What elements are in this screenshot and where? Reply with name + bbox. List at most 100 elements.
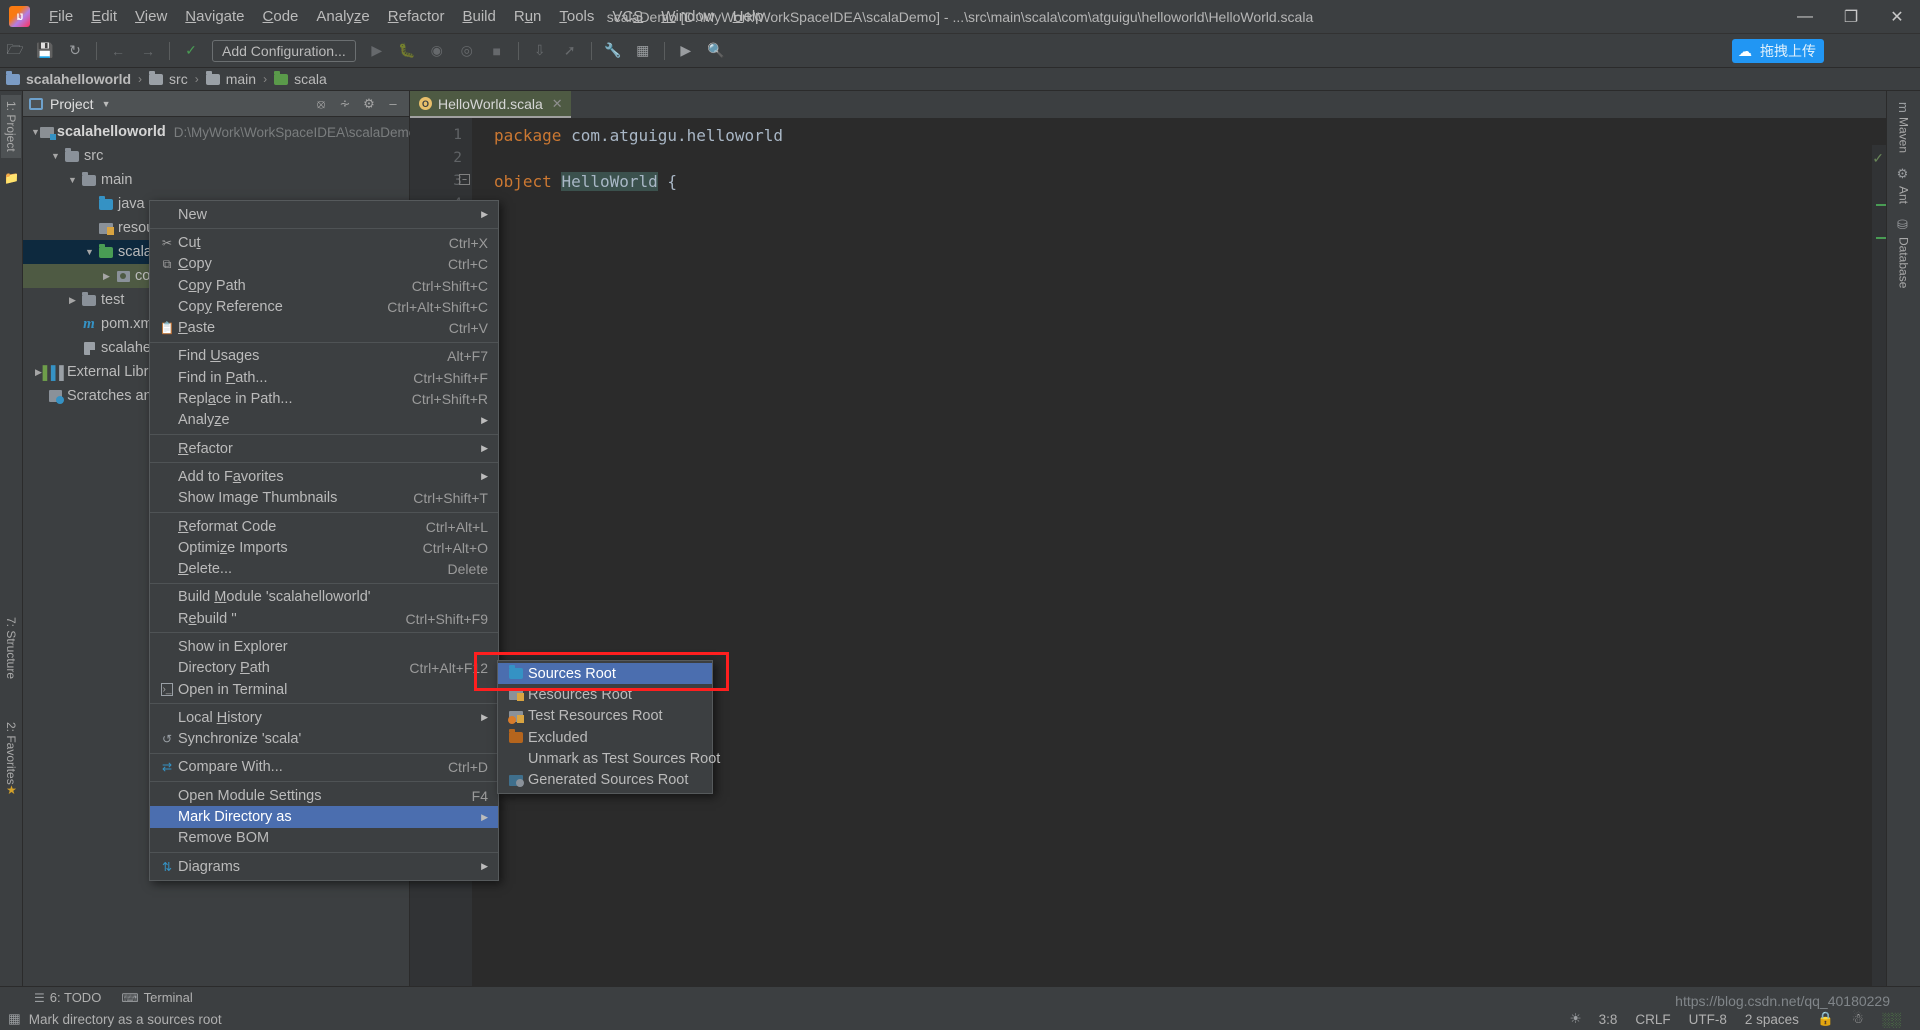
menu-item-show-image-thumbnails[interactable]: Show Image Thumbnails Ctrl+Shift+T [150,488,498,509]
collapse-all-icon[interactable]: ∻ [333,93,357,115]
build-hammer-icon[interactable]: ✓ [177,38,205,64]
tree-node-src[interactable]: ▼ src [23,144,409,168]
indent-setting[interactable]: 2 spaces [1736,1012,1808,1027]
upload-button[interactable]: ☁ 拖拽上传 [1732,39,1824,63]
sidebar-item-maven[interactable]: m Maven [1892,95,1915,160]
line-separator[interactable]: CRLF [1626,1012,1679,1027]
menu-item-analyze[interactable]: Analyze ▶ [150,410,498,431]
tree-node-scalahelloworld[interactable]: ▼ scalahelloworld D:\MyWork\WorkSpaceIDEA\… [23,120,420,144]
menu-item-cut[interactable]: ✂ Cut Ctrl+X [150,232,498,253]
sidebar-item-structure[interactable]: 7: Structure [1,611,21,685]
sidebar-item-project[interactable]: 1: Project [1,95,21,158]
gauge-icon[interactable]: ☀ [1569,1011,1581,1027]
menu-item-new[interactable]: New ▶ [150,204,498,225]
open-project-icon[interactable]: 🗁 [1,38,29,64]
tab-helloworld-scala[interactable]: O HelloWorld.scala ✕ [410,91,571,118]
submenu-item-resources-root[interactable]: Resources Root [498,684,712,705]
menu-item-mark-directory-as[interactable]: Mark Directory as ▶ [150,806,498,828]
run-icon[interactable]: ▶ [363,38,391,64]
breadcrumb-item-src[interactable]: src [149,70,188,87]
submenu-item-unmark-as-test-sources-root[interactable]: Unmark as Test Sources Root [498,748,720,769]
inspection-icon[interactable]: ☃ [1843,1011,1873,1027]
menu-item-compare-with[interactable]: ⇄ Compare With... Ctrl+D [150,757,498,778]
settings-wrench-icon[interactable]: 🔧 [599,38,627,64]
menu-item-find-usages[interactable]: Find Usages Alt+F7 [150,346,498,367]
menu-item-replace-in-path[interactable]: Replace in Path... Ctrl+Shift+R [150,388,498,409]
scroll-from-source-icon[interactable]: ⦻ [309,93,333,115]
submenu-item-test-resources-root[interactable]: Test Resources Root [498,706,712,727]
file-encoding[interactable]: UTF-8 [1680,1012,1736,1027]
menu-item-optimize-imports[interactable]: Optimize Imports Ctrl+Alt+O [150,537,498,558]
close-icon[interactable]: ✕ [552,96,563,112]
menu-item-synchronize-scala[interactable]: ↺ Synchronize 'scala' [150,729,498,750]
tree-expand-icon[interactable]: ▶ [65,295,80,306]
debug-icon[interactable]: 🐛 [393,38,421,64]
menu-item-show-in-explorer[interactable]: Show in Explorer [150,636,498,657]
maximize-button[interactable]: ❐ [1828,0,1874,34]
menu-item-diagrams[interactable]: ⇅ Diagrams ▶ [150,856,498,877]
close-button[interactable]: ✕ [1874,0,1920,34]
run-with-coverage-icon[interactable]: ◉ [423,38,451,64]
breadcrumb-item-scalahelloworld[interactable]: scalahelloworld [6,70,131,87]
search-everywhere-icon[interactable]: 🔍 [702,38,730,64]
menu-item-file[interactable]: File [40,4,82,29]
submenu-item-generated-sources-root[interactable]: Generated Sources Root [498,769,712,790]
add-configuration-button[interactable]: Add Configuration... [212,39,356,62]
breadcrumb-item-scala[interactable]: scala [274,70,327,87]
update-project-icon[interactable]: ⇩ [526,38,554,64]
tree-collapse-icon[interactable]: ▼ [65,175,80,185]
sidebar-item-database[interactable]: ⛁ Database [1892,211,1915,295]
menu-item-code[interactable]: Code [254,4,308,29]
tree-expand-icon[interactable]: ▶ [99,271,114,282]
run-anything-icon[interactable]: ▶ [672,38,700,64]
sidebar-item-todo[interactable]: ☰ 6: TODO [24,990,111,1005]
code-text[interactable]: package com.atguigu.helloworld object He… [472,118,1886,986]
sync-icon[interactable]: ↻ [61,38,89,64]
structure-folder-icon[interactable]: 📁 [1,169,22,187]
menu-item-refactor[interactable]: Refactor ▶ [150,438,498,459]
submenu-item-sources-root[interactable]: Sources Root [498,663,712,685]
menu-item-paste[interactable]: 📋 Paste Ctrl+V [150,317,498,338]
project-structure-icon[interactable]: ▦ [629,38,657,64]
menu-item-copy-reference[interactable]: Copy Reference Ctrl+Alt+Shift+C [150,296,498,317]
menu-item-find-in-path[interactable]: Find in Path... Ctrl+Shift+F [150,367,498,388]
menu-item-build-module-scalahelloworld[interactable]: Build Module 'scalahelloworld' [150,587,498,608]
memory-indicator[interactable]: ░░ [1873,1012,1910,1027]
menu-item-open-module-settings[interactable]: Open Module Settings F4 [150,785,498,806]
menu-item-run[interactable]: Run [505,4,551,29]
tree-collapse-icon[interactable]: ▼ [82,247,97,257]
editor-marker-bar[interactable]: ✓ [1872,145,1886,986]
profile-icon[interactable]: ◎ [453,38,481,64]
menu-item-local-history[interactable]: Local History ▶ [150,707,498,728]
menu-item-open-in-terminal[interactable]: ›_ Open in Terminal [150,679,498,700]
menu-item-navigate[interactable]: Navigate [176,4,253,29]
hide-panel-icon[interactable]: – [381,93,405,115]
menu-item-edit[interactable]: Edit [82,4,126,29]
menu-item-copy-path[interactable]: Copy Path Ctrl+Shift+C [150,275,498,296]
menu-item-remove-bom[interactable]: Remove BOM [150,828,498,849]
sidebar-item-favorites[interactable]: 2: Favorites [1,716,21,791]
menu-item-analyze[interactable]: Analyze [307,4,378,29]
lock-icon[interactable]: 🔒 [1808,1011,1843,1027]
menu-item-view[interactable]: View [126,4,176,29]
menu-item-directory-path[interactable]: Directory Path Ctrl+Alt+F12 [150,658,498,679]
menu-item-build[interactable]: Build [453,4,504,29]
back-icon[interactable]: ← [104,38,132,64]
code-fold-icon[interactable]: − [459,174,470,185]
submenu-item-excluded[interactable]: Excluded [498,727,712,748]
save-all-icon[interactable]: 💾 [31,38,59,64]
tree-node-main[interactable]: ▼ main [23,168,409,192]
forward-icon[interactable]: → [134,38,162,64]
stop-icon[interactable]: ■ [483,38,511,64]
caret-position[interactable]: 3:8 [1590,1012,1627,1027]
commit-icon[interactable]: ➚ [556,38,584,64]
menu-item-reformat-code[interactable]: Reformat Code Ctrl+Alt+L [150,516,498,537]
menu-item-refactor[interactable]: Refactor [379,4,454,29]
breadcrumb-item-main[interactable]: main [205,70,256,87]
menu-item-add-to-favorites[interactable]: Add to Favorites ▶ [150,466,498,487]
menu-item-tools[interactable]: Tools [550,4,603,29]
chevron-down-icon[interactable]: ▼ [102,99,111,109]
tree-collapse-icon[interactable]: ▼ [31,127,40,137]
favorites-star-icon[interactable]: ★ [1,781,22,799]
minimize-button[interactable]: — [1782,0,1828,34]
